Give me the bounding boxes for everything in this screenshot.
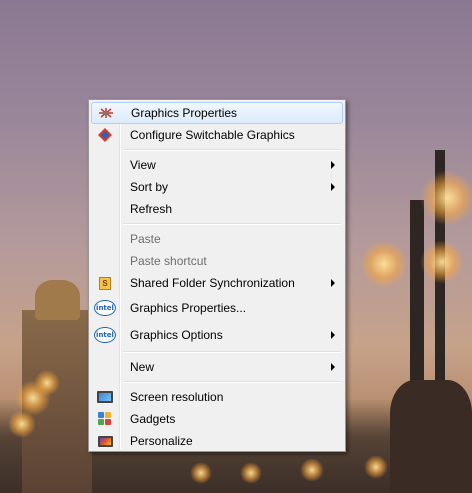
menu-separator: [91, 378, 343, 386]
menu-item-label: View: [130, 158, 156, 172]
menu-item-label: Graphics Properties...: [130, 300, 247, 315]
menu-item-label: Configure Switchable Graphics: [130, 128, 295, 142]
submenu-arrow-icon: [331, 363, 335, 371]
menu-item-paste[interactable]: Paste: [91, 228, 343, 250]
wallpaper-lamp-glow: [8, 410, 36, 438]
wallpaper-lamp-glow: [240, 462, 262, 484]
switchable-graphics-icon: [94, 125, 116, 145]
desktop-context-menu: Graphics Properties Configure Switchable…: [88, 99, 346, 452]
sfs-badge: S: [99, 276, 111, 290]
menu-item-view[interactable]: View: [91, 154, 343, 176]
personalize-icon: [94, 431, 116, 451]
menu-item-label: Refresh: [130, 202, 173, 216]
menu-item-paste-shortcut[interactable]: Paste shortcut: [91, 250, 343, 272]
menu-item-gadgets[interactable]: Gadgets: [91, 408, 343, 430]
menu-item-screen-resolution[interactable]: Screen resolution: [91, 386, 343, 408]
menu-item-refresh[interactable]: Refresh: [91, 198, 343, 220]
menu-item-graphics-properties[interactable]: Graphics Properties: [91, 102, 343, 124]
menu-item-graphics-properties-intel[interactable]: intel Graphics Properties...: [91, 294, 343, 321]
wallpaper-lamppost: [410, 200, 424, 493]
menu-separator: [91, 220, 343, 228]
submenu-arrow-icon: [331, 330, 335, 339]
menu-item-label: Gadgets: [130, 412, 176, 426]
menu-item-configure-switchable-graphics[interactable]: Configure Switchable Graphics: [91, 124, 343, 146]
submenu-arrow-icon: [331, 183, 335, 191]
wallpaper-lamp-glow: [360, 240, 408, 288]
menu-item-label: New: [130, 360, 155, 374]
graphics-properties-icon: [95, 103, 117, 123]
gadgets-icon: [94, 409, 116, 429]
menu-item-shared-folder-synchronization[interactable]: S Shared Folder Synchronization: [91, 272, 343, 294]
shared-folder-sync-icon: S: [94, 273, 116, 293]
wallpaper-lamp-glow: [34, 370, 60, 396]
wallpaper-lamp-glow: [190, 462, 212, 484]
wallpaper-lamp-glow: [420, 170, 472, 226]
menu-item-label: Graphics Properties: [131, 106, 238, 120]
menu-item-personalize[interactable]: Personalize: [91, 430, 343, 452]
menu-item-new[interactable]: New: [91, 356, 343, 378]
intel-icon: intel: [94, 298, 116, 318]
menu-item-label: Personalize: [130, 434, 193, 448]
intel-icon: intel: [94, 325, 116, 345]
menu-item-label: Graphics Options: [130, 327, 223, 342]
intel-badge: intel: [94, 326, 116, 343]
menu-separator: [91, 348, 343, 356]
wallpaper-statue-right: [390, 380, 472, 493]
menu-item-label: Sort by: [130, 180, 169, 194]
wallpaper-statue: [22, 310, 92, 493]
wallpaper-lamppost-top: [435, 150, 445, 493]
menu-item-label: Shared Folder Synchronization: [130, 276, 295, 290]
wallpaper-statue-top: [35, 280, 80, 320]
wallpaper-lamp-glow: [364, 455, 388, 479]
wallpaper-lamp-glow: [15, 380, 51, 416]
submenu-arrow-icon: [331, 279, 335, 287]
menu-item-graphics-options[interactable]: intel Graphics Options: [91, 321, 343, 348]
screen-resolution-icon: [94, 387, 116, 407]
menu-item-sort-by[interactable]: Sort by: [91, 176, 343, 198]
menu-separator: [91, 146, 343, 154]
intel-badge: intel: [94, 299, 116, 316]
wallpaper-lamp-glow: [300, 458, 324, 482]
menu-item-label: Paste: [130, 232, 161, 246]
wallpaper-lamp-glow: [420, 240, 464, 284]
menu-item-label: Screen resolution: [130, 390, 224, 404]
menu-item-label: Paste shortcut: [130, 254, 207, 268]
submenu-arrow-icon: [331, 161, 335, 169]
